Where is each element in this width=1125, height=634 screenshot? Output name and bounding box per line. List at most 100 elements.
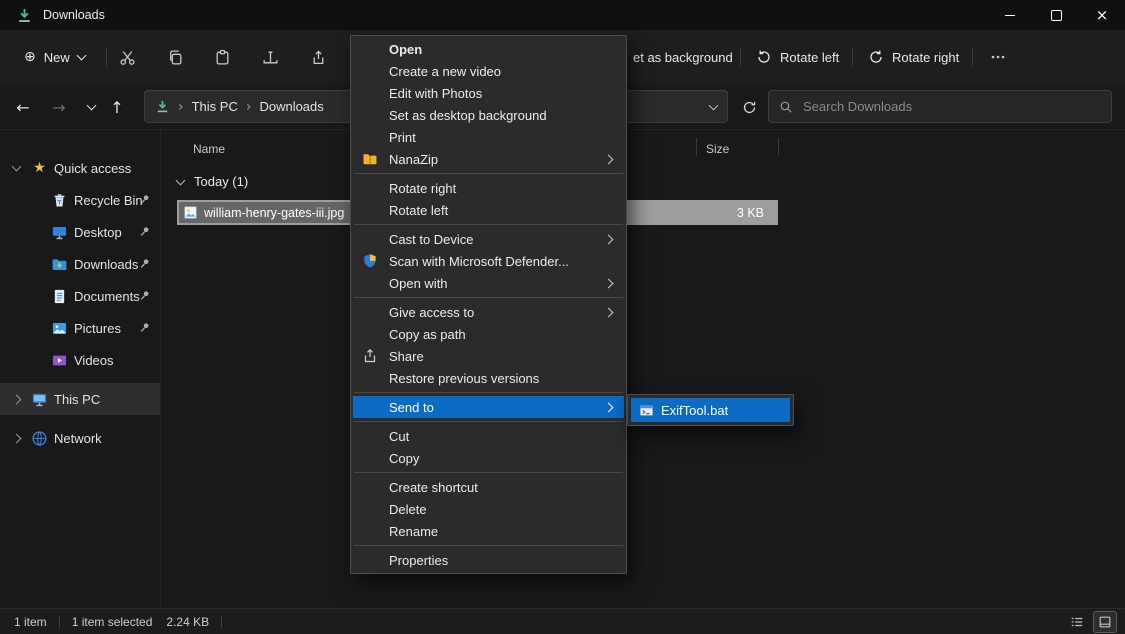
context-menu-item-edit-with-photos[interactable]: Edit with Photos	[353, 82, 624, 104]
context-menu-item-share[interactable]: Share	[353, 345, 624, 367]
group-header-today[interactable]: Today (1)	[177, 174, 248, 189]
set-as-background-button[interactable]: et as background	[633, 30, 733, 84]
context-menu-item-send-to[interactable]: Send to	[353, 396, 624, 418]
sidebar-item-desktop[interactable]: Desktop	[0, 216, 160, 248]
sidebar-item-downloads[interactable]: Downloads	[0, 248, 160, 280]
menu-item-label: Open	[389, 42, 422, 57]
submenu-arrow-icon	[604, 154, 614, 164]
context-menu-item-print[interactable]: Print	[353, 126, 624, 148]
toolbar-separator	[972, 47, 973, 67]
submenu-arrow-icon	[604, 307, 614, 317]
context-menu-item-create-shortcut[interactable]: Create shortcut	[353, 476, 624, 498]
rotate-left-button[interactable]: Rotate left	[748, 41, 847, 73]
rotate-right-button[interactable]: Rotate right	[860, 41, 967, 73]
menu-item-label: Scan with Microsoft Defender...	[389, 254, 569, 269]
new-button[interactable]: ⊕ New	[14, 41, 95, 73]
context-menu-item-rename[interactable]: Rename	[353, 520, 624, 542]
window-title: Downloads	[43, 8, 105, 22]
sidebar-item-this-pc[interactable]: This PC	[0, 383, 160, 415]
context-menu-item-set-as-desktop-background[interactable]: Set as desktop background	[353, 104, 624, 126]
forward-button[interactable]: →	[44, 92, 74, 122]
chevron-down-icon	[12, 162, 22, 172]
context-menu-item-scan-with-microsoft-defender[interactable]: Scan with Microsoft Defender...	[353, 250, 624, 272]
submenu-arrow-icon	[604, 234, 614, 244]
maximize-button[interactable]	[1033, 0, 1079, 30]
sidebar-item-network[interactable]: Network	[0, 422, 160, 454]
context-menu-item-rotate-left[interactable]: Rotate left	[353, 199, 624, 221]
videos-icon	[51, 352, 68, 369]
toolbar-separator	[852, 47, 853, 67]
context-menu-item-cut[interactable]: Cut	[353, 425, 624, 447]
submenu-item-label: ExifTool.bat	[661, 403, 728, 418]
chevron-down-icon	[176, 175, 186, 185]
thumbnail-view-icon	[1098, 615, 1112, 629]
copy-button[interactable]	[157, 41, 193, 73]
sidebar: ★ Quick access Recycle Bin Desktop	[0, 130, 160, 608]
context-menu-item-nanazip[interactable]: NanaZip	[353, 148, 624, 170]
new-plus-icon: ⊕	[24, 49, 36, 65]
sidebar-item-quick-access[interactable]: ★ Quick access	[0, 152, 160, 184]
rename-button[interactable]	[252, 41, 288, 73]
jpg-file-icon	[183, 205, 198, 220]
chevron-down-icon	[86, 101, 96, 111]
context-menu-item-copy-as-path[interactable]: Copy as path	[353, 323, 624, 345]
context-menu-item-give-access-to[interactable]: Give access to	[353, 301, 624, 323]
paste-icon	[214, 49, 231, 66]
menu-item-label: Give access to	[389, 305, 474, 320]
cut-button[interactable]	[109, 41, 145, 73]
menu-separator	[354, 297, 623, 298]
sidebar-item-pictures[interactable]: Pictures	[0, 312, 160, 344]
address-dropdown-icon[interactable]	[709, 100, 719, 110]
minimize-button[interactable]	[987, 0, 1033, 30]
context-menu-item-open-with[interactable]: Open with	[353, 272, 624, 294]
copy-icon	[167, 49, 184, 66]
menu-item-label: Cast to Device	[389, 232, 474, 247]
submenu-item-exiftool-bat[interactable]: ExifTool.bat	[631, 398, 790, 422]
context-menu-item-cast-to-device[interactable]: Cast to Device	[353, 228, 624, 250]
context-menu-item-create-a-new-video[interactable]: Create a new video	[353, 60, 624, 82]
context-menu-item-restore-previous-versions[interactable]: Restore previous versions	[353, 367, 624, 389]
context-menu-item-delete[interactable]: Delete	[353, 498, 624, 520]
minimize-icon	[1005, 15, 1015, 16]
back-button[interactable]: ←	[8, 92, 38, 122]
context-menu-item-copy[interactable]: Copy	[353, 447, 624, 469]
see-more-button[interactable]	[980, 41, 1016, 73]
up-button[interactable]: ↑	[102, 92, 132, 122]
share-button[interactable]	[300, 41, 336, 73]
column-header-name[interactable]: Name	[193, 142, 225, 156]
details-view-button[interactable]	[1065, 611, 1089, 633]
sidebar-item-videos[interactable]: Videos	[0, 344, 160, 376]
send-to-submenu: ExifTool.bat	[627, 394, 794, 426]
column-separator[interactable]	[696, 138, 697, 156]
close-button[interactable]: ×	[1079, 0, 1125, 30]
recycle-bin-icon	[51, 192, 68, 209]
context-menu-item-rotate-right[interactable]: Rotate right	[353, 177, 624, 199]
selection-count: 1 item selected	[72, 615, 153, 629]
menu-item-label: Print	[389, 130, 416, 145]
search-input[interactable]	[801, 98, 1101, 115]
sidebar-item-label: Pictures	[74, 321, 121, 336]
sidebar-item-documents[interactable]: Documents	[0, 280, 160, 312]
sidebar-item-recycle-bin[interactable]: Recycle Bin	[0, 184, 160, 216]
column-separator[interactable]	[778, 138, 779, 156]
chevron-down-icon	[76, 51, 86, 61]
refresh-button[interactable]	[734, 92, 764, 122]
sidebar-item-label: Quick access	[54, 161, 131, 176]
sidebar-item-label: Network	[54, 431, 102, 446]
menu-item-label: Restore previous versions	[389, 371, 539, 386]
file-name-cell[interactable]: william-henry-gates-iii.jpg	[179, 202, 352, 223]
menu-item-label: NanaZip	[389, 152, 438, 167]
breadcrumb-this-pc[interactable]: This PC	[192, 99, 238, 114]
context-menu-item-open[interactable]: Open	[353, 38, 624, 60]
back-icon: ←	[16, 98, 29, 117]
context-menu-item-properties[interactable]: Properties	[353, 549, 624, 571]
menu-item-label: Properties	[389, 553, 448, 568]
paste-button[interactable]	[204, 41, 240, 73]
menu-item-label: Create shortcut	[389, 480, 478, 495]
thumbnail-view-button[interactable]	[1093, 611, 1117, 633]
window-controls: ×	[987, 0, 1125, 30]
column-header-size[interactable]: Size	[706, 142, 729, 156]
search-box	[768, 90, 1112, 123]
breadcrumb-downloads[interactable]: Downloads	[259, 99, 323, 114]
menu-item-label: Delete	[389, 502, 427, 517]
